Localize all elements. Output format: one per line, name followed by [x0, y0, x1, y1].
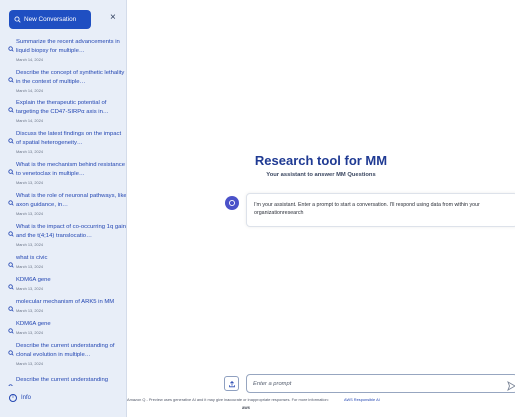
upload-icon — [228, 375, 236, 393]
conversation-title: KDM6A gene — [16, 321, 51, 327]
app-window: New Conversation × Summarize the recent … — [0, 0, 515, 417]
info-label: Info — [21, 395, 32, 401]
assistant-message: I'm your assistant. Enter a prompt to st… — [246, 193, 515, 227]
conversation-date: March 13, 2024 — [16, 264, 44, 270]
aws-logo: aws — [242, 405, 250, 410]
new-conversation-button[interactable]: New Conversation — [9, 10, 91, 29]
main-panel: Research tool for MM Your assistant to a… — [127, 0, 515, 417]
conversation-title: Describe the current understanding — [16, 377, 109, 383]
conversation-title: Summarize the recent advancements in liq… — [16, 39, 120, 54]
conversation-date: March 13, 2024 — [16, 330, 44, 336]
page-subtitle: Your assistant to answer MM Questions — [266, 172, 376, 178]
conversation-title: What is the role of neuronal pathways, l… — [16, 193, 127, 208]
conversation-date: March 14, 2024 — [16, 56, 44, 62]
send-icon[interactable] — [507, 378, 515, 392]
search-icon — [8, 131, 14, 144]
search-icon — [14, 16, 21, 23]
conversation-date: March 13, 2024 — [16, 241, 44, 247]
search-icon — [8, 299, 14, 312]
conversation-date: March 13, 2024 — [16, 148, 44, 154]
conversation-title: molecular mechanism of ARK5 in MM — [16, 299, 115, 305]
search-icon — [8, 377, 14, 386]
close-icon[interactable]: × — [110, 13, 116, 23]
info-link[interactable]: i Info — [9, 394, 31, 402]
new-conversation-label: New Conversation — [24, 16, 77, 23]
info-icon: i — [9, 394, 17, 402]
prompt-input[interactable]: Enter a prompt — [246, 374, 515, 393]
search-icon — [8, 162, 14, 175]
search-icon — [8, 255, 14, 268]
responsible-ai-link[interactable]: AWS Responsible AI — [344, 397, 380, 402]
conversation-list: Summarize the recent advancements in liq… — [0, 38, 127, 386]
search-icon — [8, 193, 14, 206]
upload-button[interactable] — [224, 376, 239, 391]
conversation-title: Describe the current understanding of cl… — [16, 343, 115, 358]
search-icon — [8, 70, 14, 83]
search-icon — [8, 277, 14, 290]
conversation-date: March 13, 2024 — [16, 210, 44, 216]
search-icon — [8, 100, 14, 113]
conversation-date: March 14, 2024 — [16, 87, 44, 93]
conversation-title: What is the impact of co-occurring 1q ga… — [16, 224, 127, 239]
search-icon — [8, 343, 14, 356]
conversation-date: March 14, 2024 — [16, 117, 44, 123]
conversation-title: Explain the therapeutic potential of tar… — [16, 100, 109, 115]
conversation-date: March 13, 2024 — [16, 308, 44, 314]
page-title: Research tool for MM — [254, 153, 388, 168]
conversation-title: Describe the concept of synthetic lethal… — [16, 70, 125, 85]
conversation-title: Discuss the latest findings on the impac… — [16, 131, 122, 146]
conversation-date: March 13, 2024 — [16, 179, 44, 185]
search-icon — [8, 321, 14, 334]
conversation-title: What is the mechanism behind resistance … — [16, 162, 126, 177]
conversation-title: KDM6A gene — [16, 277, 51, 283]
conversation-date: March 13, 2024 — [16, 360, 44, 366]
conversation-title: what is civic — [16, 255, 48, 261]
search-icon — [8, 224, 14, 237]
search-icon — [8, 39, 14, 52]
assistant-avatar-icon — [225, 196, 239, 210]
sidebar: New Conversation × Summarize the recent … — [0, 0, 127, 417]
conversation-date: March 13, 2024 — [16, 286, 44, 292]
